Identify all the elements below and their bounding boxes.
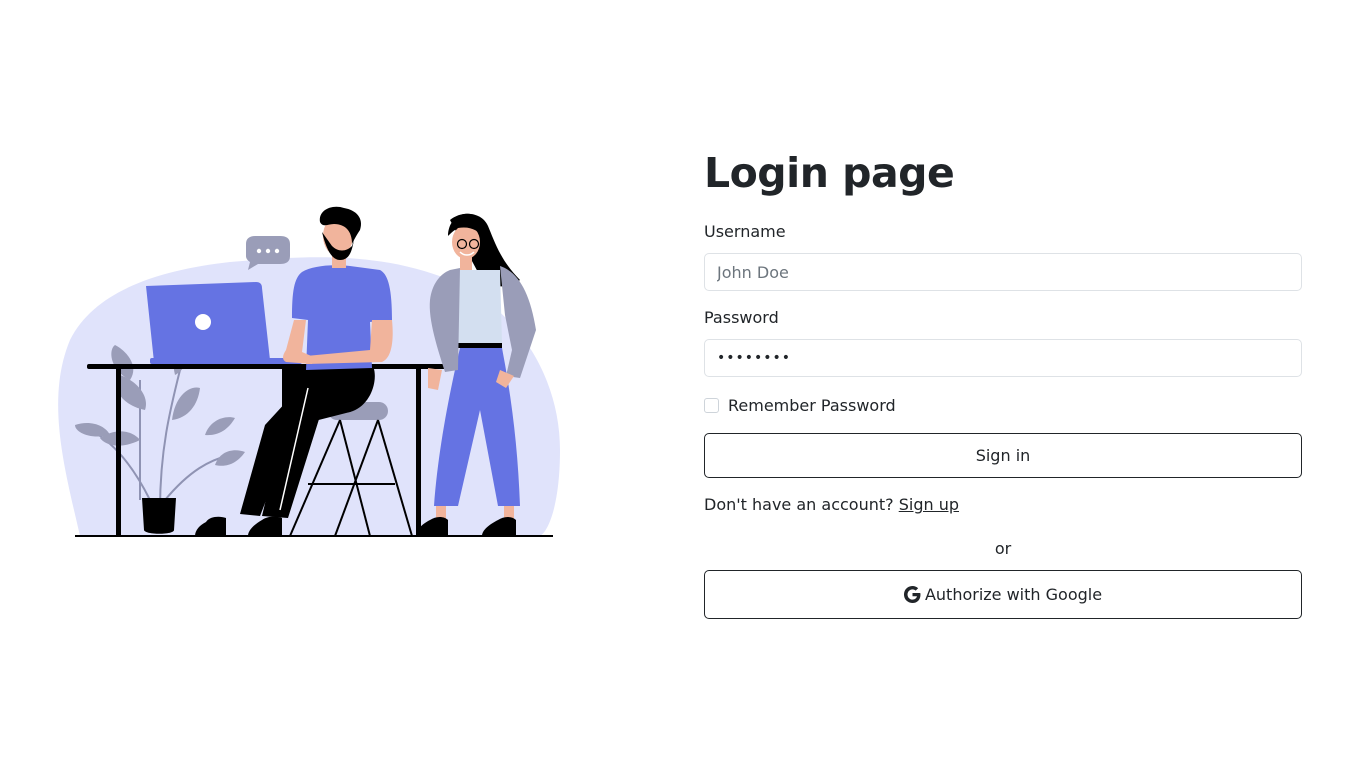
password-label: Password — [704, 308, 779, 327]
sign-in-button[interactable]: Sign in — [704, 433, 1302, 478]
sign-up-link[interactable]: Sign up — [899, 495, 959, 514]
sign-in-label: Sign in — [975, 446, 1031, 465]
google-icon — [903, 586, 921, 603]
signup-prompt-text: Don't have an account? — [704, 495, 894, 514]
password-value: •••••••• — [717, 350, 792, 366]
or-divider: or — [994, 539, 1012, 558]
google-auth-label: Authorize with Google — [924, 585, 1103, 604]
google-auth-button[interactable]: Authorize with Google — [704, 570, 1302, 619]
page-title: Login page — [704, 149, 955, 197]
remember-password-label: Remember Password — [728, 396, 896, 415]
username-input[interactable] — [704, 253, 1302, 291]
remember-password-row: Remember Password — [704, 396, 896, 415]
password-input[interactable]: •••••••• — [704, 339, 1302, 377]
remember-password-checkbox[interactable] — [704, 398, 719, 413]
login-illustration — [58, 206, 561, 537]
signup-prompt: Don't have an account? Sign up — [704, 495, 959, 514]
username-label: Username — [704, 222, 786, 241]
login-form: Login page Username Password •••••••• Re… — [704, 148, 1302, 619]
